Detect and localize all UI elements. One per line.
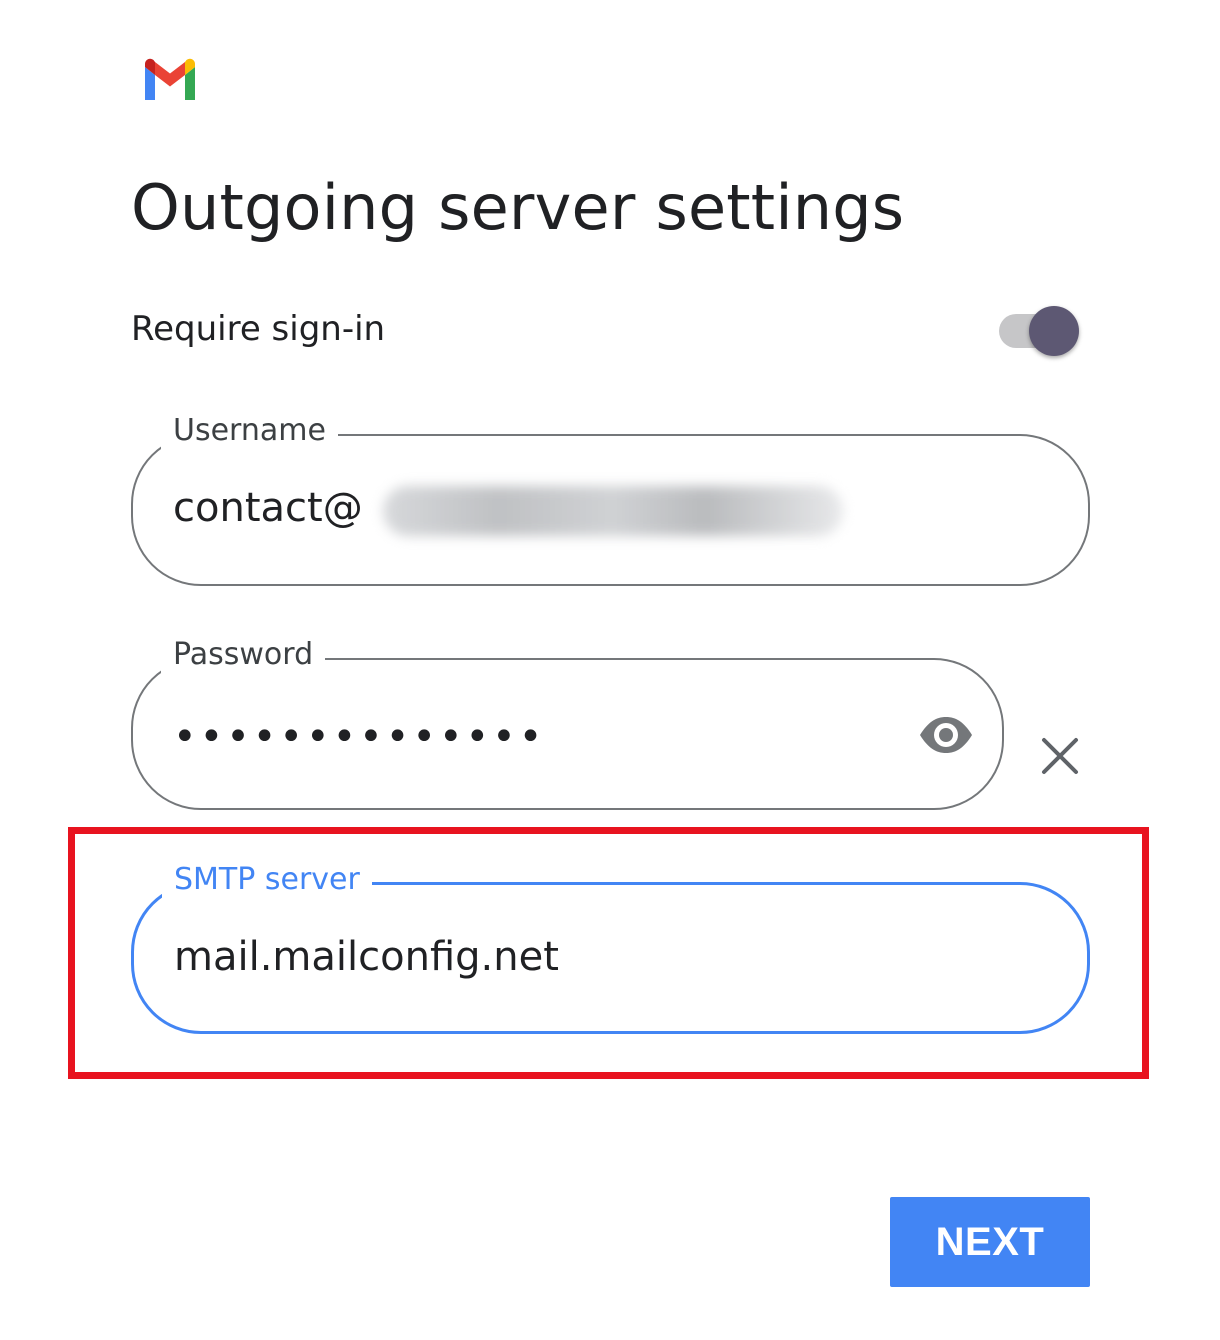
gmail-logo-icon xyxy=(145,58,195,100)
smtp-server-label: SMTP server xyxy=(162,858,372,902)
smtp-server-value[interactable]: mail.mailconfig.net xyxy=(174,932,559,982)
require-sign-in-label: Require sign-in xyxy=(131,309,386,349)
redacted-username-blur xyxy=(383,486,843,536)
password-field[interactable]: Password •••••••••••••• xyxy=(131,633,1004,810)
require-sign-in-switch[interactable] xyxy=(999,304,1083,356)
password-value[interactable]: •••••••••••••• xyxy=(173,712,545,762)
require-sign-in-row: Require sign-in xyxy=(131,300,1091,360)
next-button[interactable]: NEXT xyxy=(890,1197,1090,1287)
username-value[interactable]: contact@ xyxy=(173,483,363,533)
switch-thumb xyxy=(1029,306,1079,356)
password-label: Password xyxy=(161,633,326,677)
eye-icon[interactable] xyxy=(916,705,976,765)
username-label: Username xyxy=(161,409,338,453)
smtp-server-field[interactable]: SMTP server mail.mailconfig.net xyxy=(131,858,1090,1034)
close-icon[interactable] xyxy=(1030,726,1090,786)
page-title: Outgoing server settings xyxy=(131,171,905,244)
username-field[interactable]: Username contact@ xyxy=(131,409,1090,586)
